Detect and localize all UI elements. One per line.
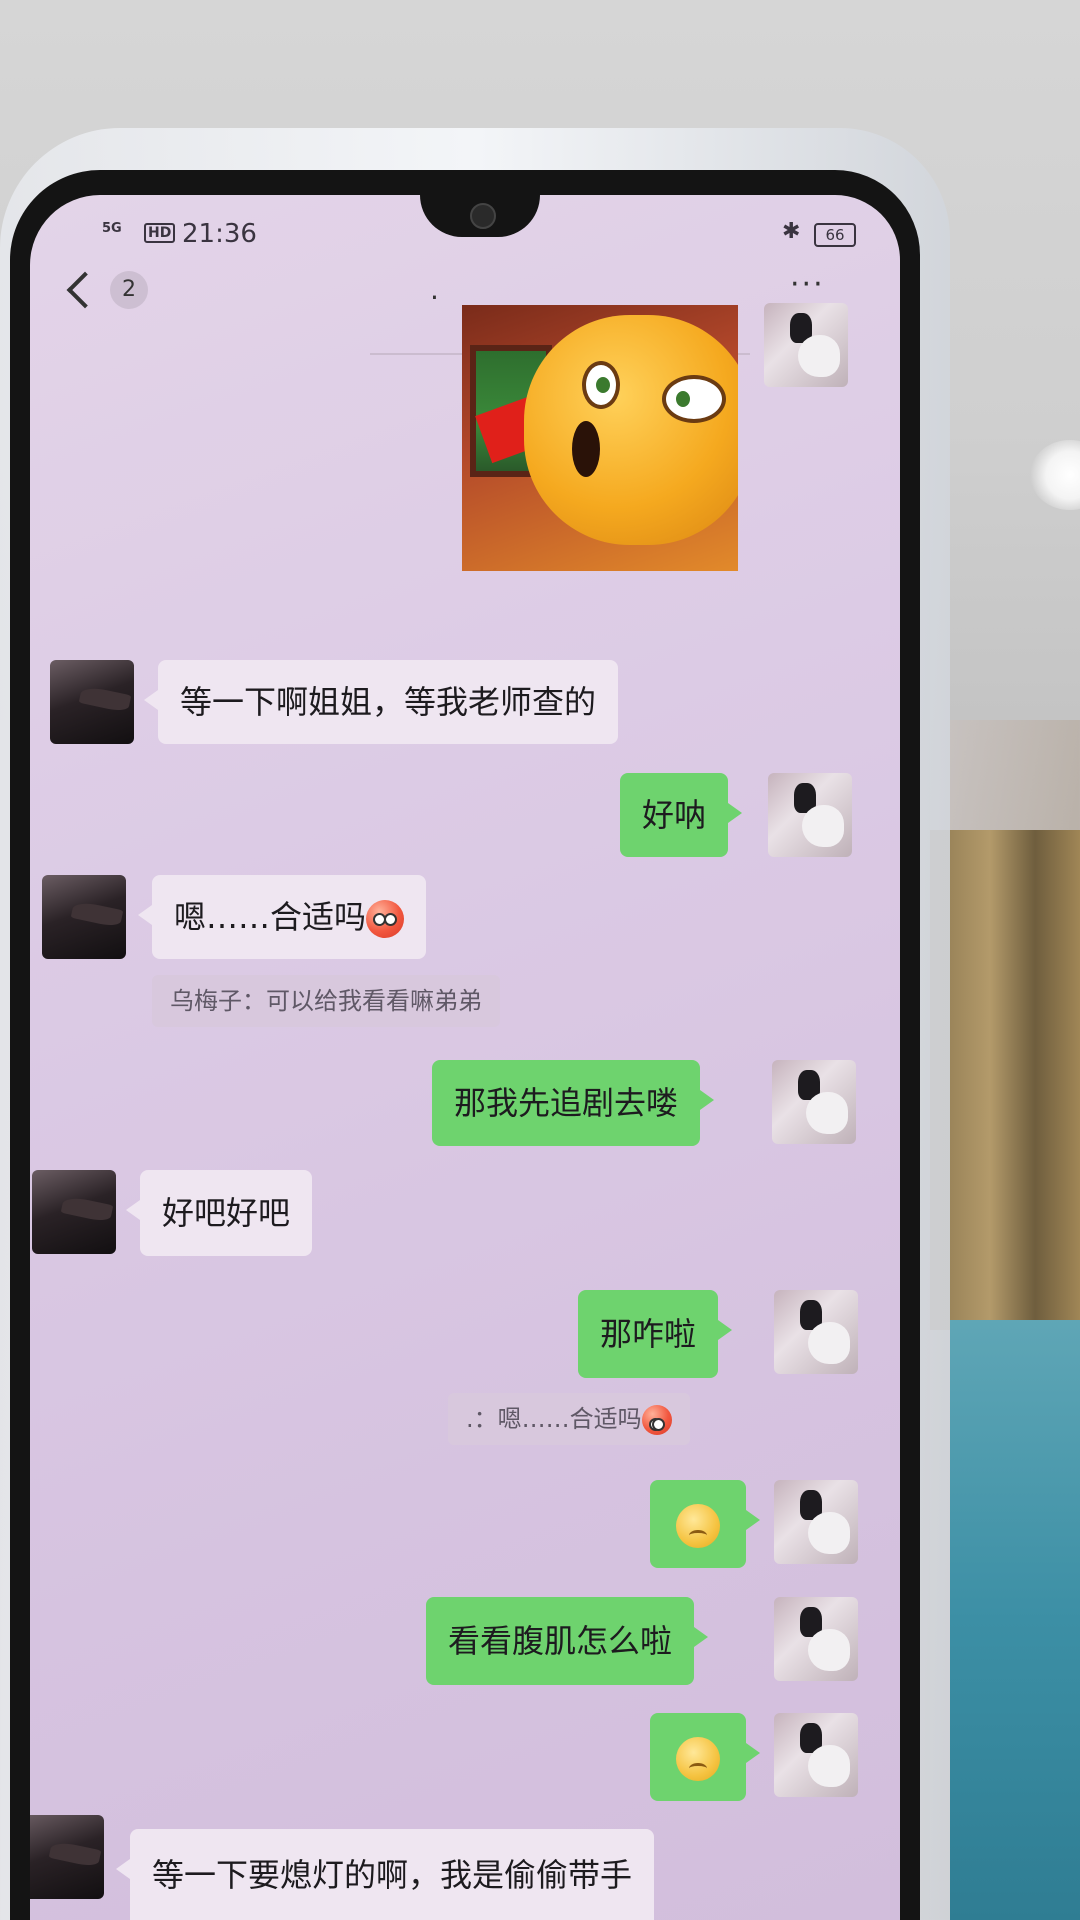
message-text: 嗯……合适吗 — [174, 898, 367, 936]
contact-avatar[interactable] — [42, 875, 126, 959]
message-bubble-outgoing[interactable]: 好呐 — [620, 773, 743, 857]
message-bubble-incoming[interactable]: 等一下啊姐姐，等我老师查的 — [143, 660, 619, 744]
sticker-character-head — [524, 315, 738, 545]
quoted-reply[interactable]: 乌梅子：可以给我看看嘛弟弟 — [152, 975, 500, 1027]
phone-screen: 5G HD 21:36 ✱ 66 2 . ··· 等一下啊姐姐，等我老师查的 好… — [30, 195, 900, 1920]
my-avatar[interactable] — [774, 1597, 858, 1681]
contact-avatar[interactable] — [30, 1815, 104, 1899]
message-bubble-outgoing[interactable]: 那咋啦 — [578, 1290, 733, 1378]
unread-count-badge[interactable]: 2 — [110, 271, 148, 309]
blush-face-emoji — [366, 900, 405, 938]
sticker-image[interactable] — [462, 305, 738, 571]
hd-icon: HD — [144, 223, 176, 243]
message-bubble-incoming[interactable]: 等一下要熄灯的啊，我是偷偷带手 机的 — [115, 1829, 655, 1920]
sticker-mouth — [572, 421, 600, 477]
more-options-icon[interactable]: ··· — [790, 267, 825, 302]
my-avatar[interactable] — [764, 303, 848, 387]
background-blanket — [950, 1320, 1080, 1920]
flushed-face-emoji — [676, 1737, 720, 1781]
sticker-eye-right — [662, 375, 726, 423]
my-avatar[interactable] — [774, 1480, 858, 1564]
emoji-message-outgoing[interactable] — [650, 1480, 760, 1568]
message-bubble-incoming[interactable]: 好吧好吧 — [125, 1170, 313, 1256]
message-text-line2: 机的 — [152, 1907, 632, 1920]
my-avatar[interactable] — [774, 1713, 858, 1797]
quoted-reply[interactable]: .：嗯……合适吗 — [448, 1393, 690, 1445]
my-avatar[interactable] — [768, 773, 852, 857]
contact-avatar[interactable] — [50, 660, 134, 744]
status-time: 21:36 — [182, 219, 257, 249]
bluetooth-icon: ✱ — [782, 219, 801, 244]
my-avatar[interactable] — [774, 1290, 858, 1374]
status-bar: 5G HD 21:36 ✱ 66 — [102, 215, 862, 251]
pleading-face-emoji — [676, 1504, 720, 1548]
contact-avatar[interactable] — [32, 1170, 116, 1254]
chat-title: . — [430, 273, 439, 306]
message-bubble-incoming[interactable]: 嗯……合适吗 — [137, 875, 427, 959]
message-bubble-outgoing[interactable]: 看看腹肌怎么啦 — [426, 1597, 709, 1685]
emoji-message-outgoing[interactable] — [650, 1713, 760, 1801]
message-text-line1: 等一下要熄灯的啊，我是偷偷带手 — [152, 1856, 633, 1894]
background-curtain — [930, 830, 1080, 1330]
quoted-reply-text: .：嗯……合适吗 — [466, 1405, 642, 1433]
sticker-eye-left — [582, 361, 620, 409]
message-bubble-outgoing[interactable]: 那我先追剧去喽 — [432, 1060, 715, 1146]
battery-icon: 66 — [814, 223, 856, 247]
blush-face-emoji — [641, 1405, 672, 1435]
back-arrow-icon[interactable] — [66, 271, 104, 309]
signal-icon: 5G — [102, 221, 122, 236]
my-avatar[interactable] — [772, 1060, 856, 1144]
